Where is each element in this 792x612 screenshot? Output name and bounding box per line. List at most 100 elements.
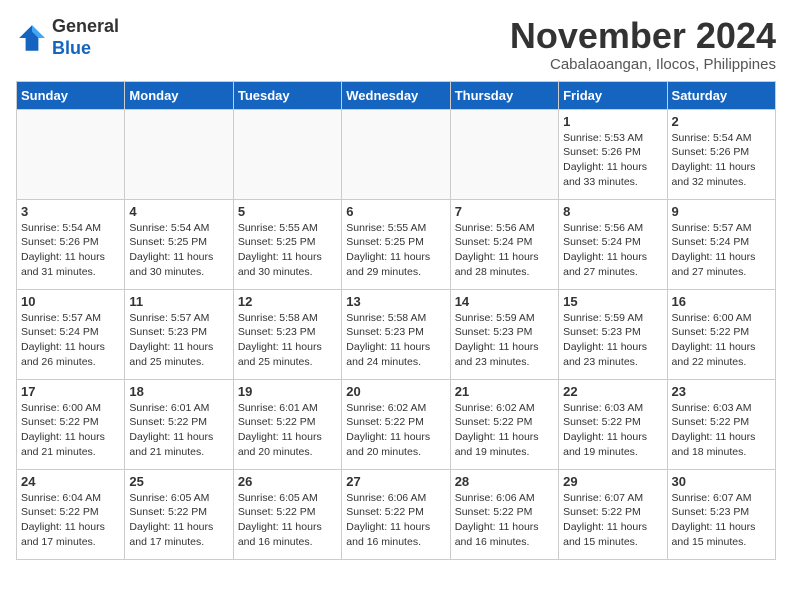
day-number: 17 <box>21 384 120 399</box>
day-number: 12 <box>238 294 337 309</box>
week-row-4: 17 Sunrise: 6:00 AM Sunset: 5:22 PM Dayli… <box>17 379 776 469</box>
weekday-header-sunday: Sunday <box>17 81 125 109</box>
day-info: Sunrise: 5:59 AM Sunset: 5:23 PM Dayligh… <box>563 311 662 370</box>
day-info: Sunrise: 6:07 AM Sunset: 5:22 PM Dayligh… <box>563 491 662 550</box>
calendar-cell: 7Sunrise: 5:56 AM Sunset: 5:24 PM Daylig… <box>450 199 558 289</box>
day-info: Sunrise: 5:58 AM Sunset: 5:23 PM Dayligh… <box>238 311 337 370</box>
day-number: 6 <box>346 204 445 219</box>
day-info: Sunrise: 6:01 AM Sunset: 5:22 PM Dayligh… <box>129 401 228 460</box>
day-info: Sunrise: 6:00 AM Sunset: 5:22 PM Dayligh… <box>21 401 120 460</box>
calendar-cell <box>450 109 558 199</box>
day-info: Sunrise: 5:56 AM Sunset: 5:24 PM Dayligh… <box>563 221 662 280</box>
day-info: Sunrise: 6:03 AM Sunset: 5:22 PM Dayligh… <box>563 401 662 460</box>
calendar-cell: 2 Sunrise: 5:54 AM Sunset: 5:26 PM Daylig… <box>667 109 775 199</box>
calendar-cell: 26 Sunrise: 6:05 AM Sunset: 5:22 PM Dayli… <box>233 469 341 559</box>
day-info: Sunrise: 5:59 AM Sunset: 5:23 PM Dayligh… <box>455 311 554 370</box>
day-number: 14 <box>455 294 554 309</box>
weekday-header-tuesday: Tuesday <box>233 81 341 109</box>
day-number: 23 <box>672 384 771 399</box>
calendar-cell: 8 Sunrise: 5:56 AM Sunset: 5:24 PM Daylig… <box>559 199 667 289</box>
day-info: Sunrise: 5:55 AM Sunset: 5:25 PM Dayligh… <box>238 221 337 280</box>
calendar-cell <box>233 109 341 199</box>
day-number: 2 <box>672 114 771 129</box>
weekday-header-row: SundayMondayTuesdayWednesdayThursdayFrid… <box>17 81 776 109</box>
day-info: Sunrise: 6:01 AM Sunset: 5:22 PM Dayligh… <box>238 401 337 460</box>
calendar-table: SundayMondayTuesdayWednesdayThursdayFrid… <box>16 81 776 560</box>
day-number: 27 <box>346 474 445 489</box>
weekday-header-wednesday: Wednesday <box>342 81 450 109</box>
day-number: 13 <box>346 294 445 309</box>
day-number: 28 <box>455 474 554 489</box>
day-number: 11 <box>129 294 228 309</box>
day-info: Sunrise: 6:05 AM Sunset: 5:22 PM Dayligh… <box>129 491 228 550</box>
day-number: 4 <box>129 204 228 219</box>
calendar-cell: 29 Sunrise: 6:07 AM Sunset: 5:22 PM Dayli… <box>559 469 667 559</box>
day-info: Sunrise: 5:57 AM Sunset: 5:24 PM Dayligh… <box>21 311 120 370</box>
day-info: Sunrise: 5:54 AM Sunset: 5:26 PM Dayligh… <box>672 131 771 190</box>
day-number: 7 <box>455 204 554 219</box>
location-text: Cabalaoangan, Ilocos, Philippines <box>510 56 776 73</box>
calendar-cell: 6 Sunrise: 5:55 AM Sunset: 5:25 PM Daylig… <box>342 199 450 289</box>
day-info: Sunrise: 5:58 AM Sunset: 5:23 PM Dayligh… <box>346 311 445 370</box>
day-number: 29 <box>563 474 662 489</box>
weekday-header-monday: Monday <box>125 81 233 109</box>
calendar-cell: 5 Sunrise: 5:55 AM Sunset: 5:25 PM Daylig… <box>233 199 341 289</box>
day-number: 19 <box>238 384 337 399</box>
day-number: 24 <box>21 474 120 489</box>
calendar-cell: 9 Sunrise: 5:57 AM Sunset: 5:24 PM Daylig… <box>667 199 775 289</box>
calendar-cell: 28Sunrise: 6:06 AM Sunset: 5:22 PM Dayli… <box>450 469 558 559</box>
calendar-cell: 23 Sunrise: 6:03 AM Sunset: 5:22 PM Dayli… <box>667 379 775 469</box>
logo-blue-text: Blue <box>52 38 119 60</box>
day-number: 1 <box>563 114 662 129</box>
month-title: November 2024 <box>510 16 776 56</box>
calendar-cell <box>125 109 233 199</box>
day-number: 21 <box>455 384 554 399</box>
day-info: Sunrise: 5:55 AM Sunset: 5:25 PM Dayligh… <box>346 221 445 280</box>
calendar-cell: 1 Sunrise: 5:53 AM Sunset: 5:26 PM Daylig… <box>559 109 667 199</box>
calendar-cell: 10 Sunrise: 5:57 AM Sunset: 5:24 PM Dayli… <box>17 289 125 379</box>
calendar-cell: 3Sunrise: 5:54 AM Sunset: 5:26 PM Daylig… <box>17 199 125 289</box>
calendar-cell: 4 Sunrise: 5:54 AM Sunset: 5:25 PM Daylig… <box>125 199 233 289</box>
day-info: Sunrise: 6:00 AM Sunset: 5:22 PM Dayligh… <box>672 311 771 370</box>
day-info: Sunrise: 6:05 AM Sunset: 5:22 PM Dayligh… <box>238 491 337 550</box>
calendar-cell: 25Sunrise: 6:05 AM Sunset: 5:22 PM Dayli… <box>125 469 233 559</box>
weekday-header-thursday: Thursday <box>450 81 558 109</box>
day-info: Sunrise: 6:07 AM Sunset: 5:23 PM Dayligh… <box>672 491 771 550</box>
day-info: Sunrise: 6:02 AM Sunset: 5:22 PM Dayligh… <box>455 401 554 460</box>
day-info: Sunrise: 5:54 AM Sunset: 5:25 PM Dayligh… <box>129 221 228 280</box>
day-number: 22 <box>563 384 662 399</box>
weekday-header-saturday: Saturday <box>667 81 775 109</box>
calendar-cell: 17 Sunrise: 6:00 AM Sunset: 5:22 PM Dayli… <box>17 379 125 469</box>
day-info: Sunrise: 5:57 AM Sunset: 5:24 PM Dayligh… <box>672 221 771 280</box>
weekday-header-friday: Friday <box>559 81 667 109</box>
day-info: Sunrise: 6:06 AM Sunset: 5:22 PM Dayligh… <box>346 491 445 550</box>
day-number: 9 <box>672 204 771 219</box>
calendar-cell: 19 Sunrise: 6:01 AM Sunset: 5:22 PM Dayli… <box>233 379 341 469</box>
calendar-cell: 30Sunrise: 6:07 AM Sunset: 5:23 PM Dayli… <box>667 469 775 559</box>
logo: General Blue <box>16 16 119 59</box>
calendar-cell <box>342 109 450 199</box>
logo-general-text: General <box>52 16 119 38</box>
day-number: 26 <box>238 474 337 489</box>
calendar-cell: 22 Sunrise: 6:03 AM Sunset: 5:22 PM Dayli… <box>559 379 667 469</box>
day-number: 5 <box>238 204 337 219</box>
day-info: Sunrise: 5:53 AM Sunset: 5:26 PM Dayligh… <box>563 131 662 190</box>
calendar-cell: 24 Sunrise: 6:04 AM Sunset: 5:22 PM Dayli… <box>17 469 125 559</box>
logo-icon <box>16 22 48 54</box>
day-info: Sunrise: 6:03 AM Sunset: 5:22 PM Dayligh… <box>672 401 771 460</box>
day-number: 8 <box>563 204 662 219</box>
week-row-2: 3Sunrise: 5:54 AM Sunset: 5:26 PM Daylig… <box>17 199 776 289</box>
calendar-cell: 16 Sunrise: 6:00 AM Sunset: 5:22 PM Dayli… <box>667 289 775 379</box>
day-number: 10 <box>21 294 120 309</box>
title-block: November 2024 Cabalaoangan, Ilocos, Phil… <box>510 16 776 73</box>
week-row-3: 10 Sunrise: 5:57 AM Sunset: 5:24 PM Dayli… <box>17 289 776 379</box>
calendar-cell: 20Sunrise: 6:02 AM Sunset: 5:22 PM Dayli… <box>342 379 450 469</box>
calendar-cell: 12 Sunrise: 5:58 AM Sunset: 5:23 PM Dayli… <box>233 289 341 379</box>
calendar-cell: 18 Sunrise: 6:01 AM Sunset: 5:22 PM Dayli… <box>125 379 233 469</box>
day-number: 16 <box>672 294 771 309</box>
day-number: 20 <box>346 384 445 399</box>
day-info: Sunrise: 5:54 AM Sunset: 5:26 PM Dayligh… <box>21 221 120 280</box>
day-info: Sunrise: 6:04 AM Sunset: 5:22 PM Dayligh… <box>21 491 120 550</box>
day-number: 18 <box>129 384 228 399</box>
day-info: Sunrise: 5:57 AM Sunset: 5:23 PM Dayligh… <box>129 311 228 370</box>
